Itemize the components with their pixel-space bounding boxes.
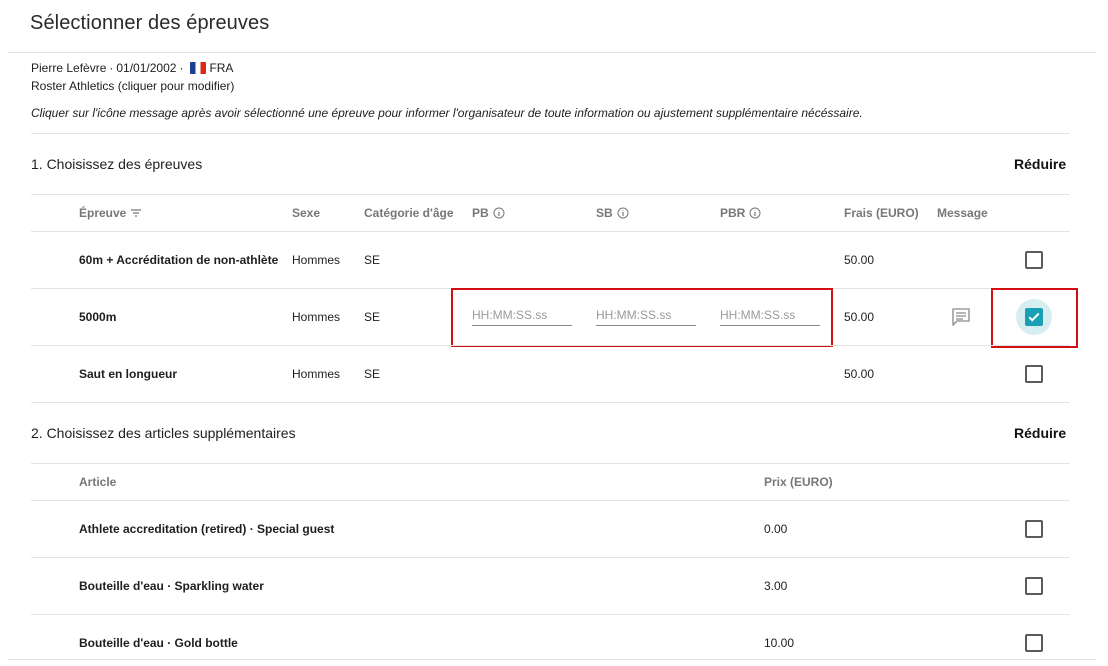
- athlete-country: FRA: [209, 61, 234, 75]
- collapse-items-button[interactable]: Réduire: [1014, 425, 1066, 441]
- item-name: Bouteille d'eau · Sparkling water: [79, 579, 264, 593]
- athlete-summary: Pierre Lefèvre · 01/01/2002 · FRA: [31, 61, 233, 75]
- column-header-pb-label: PB: [472, 206, 489, 220]
- event-fee: 50.00: [844, 253, 875, 267]
- event-age: SE: [364, 310, 381, 324]
- athlete-name: Pierre Lefèvre: [31, 61, 107, 75]
- event-name: Saut en longueur: [79, 367, 178, 381]
- title-bar: Sélectionner des épreuves: [8, 0, 1096, 53]
- item-checkbox[interactable]: [1025, 634, 1043, 652]
- flag-fr-icon: [190, 62, 207, 74]
- events-section-title: 1. Choisissez des épreuves: [31, 156, 203, 172]
- divider: [31, 500, 1070, 501]
- item-price: 10.00: [764, 636, 795, 650]
- item-name: Bouteille d'eau · Gold bottle: [79, 636, 238, 650]
- column-header-sex: Sexe: [292, 206, 321, 220]
- event-sex: Hommes: [292, 367, 341, 381]
- column-header-event-label: Épreuve: [79, 206, 127, 220]
- separator: ·: [179, 61, 184, 75]
- divider: [31, 194, 1070, 195]
- column-header-sb-label: SB: [596, 206, 613, 220]
- info-icon[interactable]: [493, 207, 505, 219]
- separator: ·: [109, 61, 114, 75]
- divider: [31, 133, 1070, 134]
- divider: [31, 557, 1070, 558]
- event-name: 60m + Accréditation de non-athlète: [79, 253, 279, 267]
- athlete-dob: 01/01/2002: [116, 61, 177, 75]
- divider: [31, 463, 1070, 464]
- club-link[interactable]: Roster Athletics (cliquer pour modifier): [31, 79, 234, 93]
- column-header-sb: SB: [596, 206, 629, 220]
- column-header-fee: Frais (EURO): [844, 206, 919, 220]
- column-header-item: Article: [79, 475, 117, 489]
- info-icon[interactable]: [617, 207, 629, 219]
- event-fee: 50.00: [844, 310, 875, 324]
- page-title: Sélectionner des épreuves: [30, 12, 270, 34]
- items-section-title: 2. Choisissez des articles supplémentair…: [31, 425, 296, 441]
- event-age: SE: [364, 367, 381, 381]
- item-checkbox[interactable]: [1025, 520, 1043, 538]
- highlight-box-times: [451, 288, 833, 347]
- info-icon[interactable]: [749, 207, 761, 219]
- divider: [31, 231, 1070, 232]
- event-checkbox[interactable]: [1025, 365, 1043, 383]
- item-price: 0.00: [764, 522, 788, 536]
- column-header-message: Message: [937, 206, 988, 220]
- column-header-age: Catégorie d'âge: [364, 206, 454, 220]
- filter-icon[interactable]: [130, 208, 142, 218]
- page: Sélectionner des épreuves Pierre Lefèvre…: [0, 0, 1108, 666]
- message-icon[interactable]: [950, 306, 972, 333]
- item-price: 3.00: [764, 579, 788, 593]
- event-name: 5000m: [79, 310, 117, 324]
- event-fee: 50.00: [844, 367, 875, 381]
- info-text: Cliquer sur l'icône message après avoir …: [31, 106, 863, 120]
- divider: [8, 659, 1096, 660]
- event-sex: Hommes: [292, 253, 341, 267]
- highlight-box-checkbox: [991, 288, 1078, 348]
- column-header-pbr: PBR: [720, 206, 761, 220]
- divider: [31, 402, 1070, 403]
- event-sex: Hommes: [292, 310, 341, 324]
- column-header-pbr-label: PBR: [720, 206, 746, 220]
- column-header-event[interactable]: Épreuve: [79, 206, 142, 220]
- item-checkbox[interactable]: [1025, 577, 1043, 595]
- column-header-pb: PB: [472, 206, 505, 220]
- event-age: SE: [364, 253, 381, 267]
- column-header-price: Prix (EURO): [764, 475, 833, 489]
- event-checkbox[interactable]: [1025, 251, 1043, 269]
- divider: [31, 345, 1070, 346]
- collapse-events-button[interactable]: Réduire: [1014, 156, 1066, 172]
- divider: [31, 614, 1070, 615]
- item-name: Athlete accreditation (retired) · Specia…: [79, 522, 335, 536]
